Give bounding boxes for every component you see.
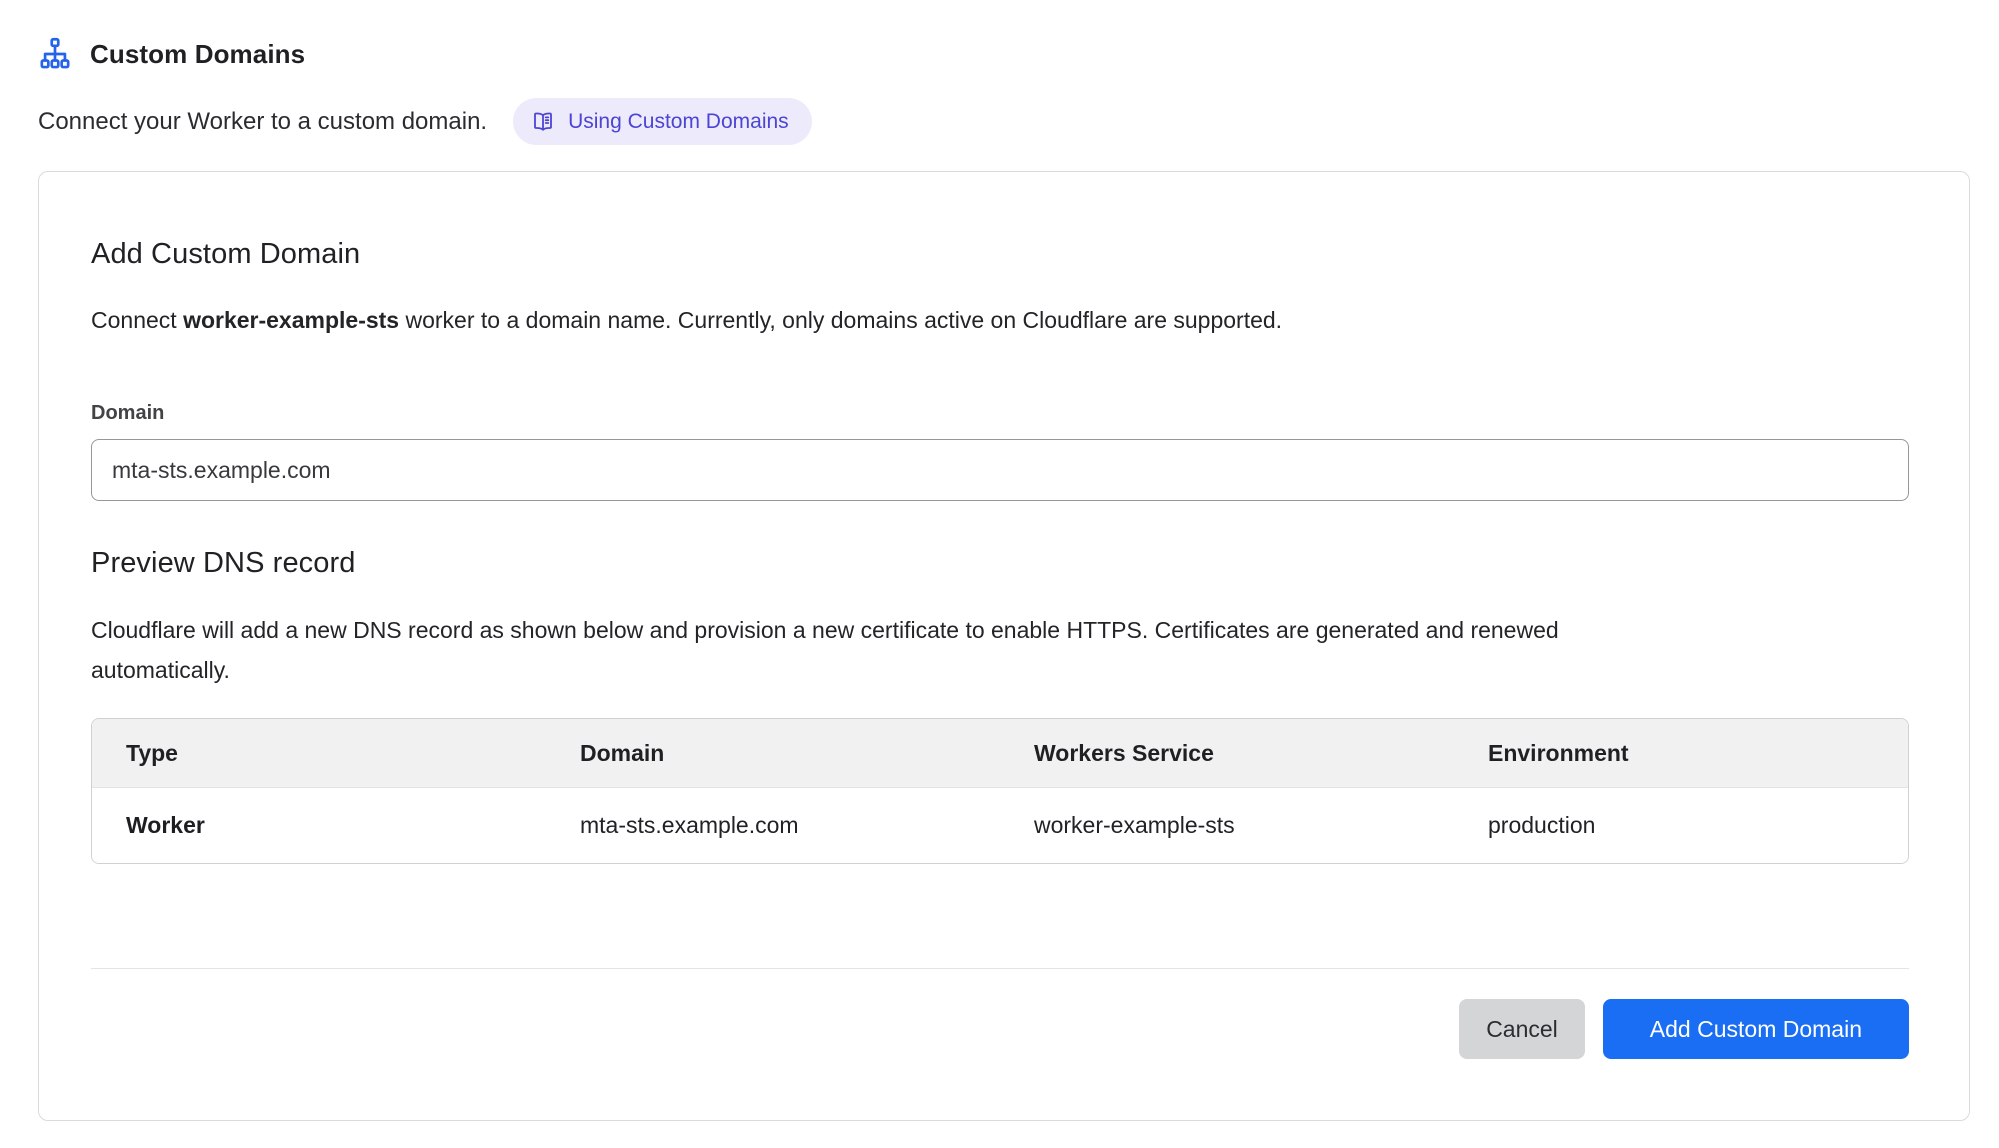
custom-domains-page: Custom Domains Connect your Worker to a … xyxy=(0,0,1999,1121)
table-row: Worker mta-sts.example.com worker-exampl… xyxy=(92,788,1908,863)
cancel-button[interactable]: Cancel xyxy=(1459,999,1585,1059)
add-custom-domain-button[interactable]: Add Custom Domain xyxy=(1603,999,1909,1059)
page-subheader: Connect your Worker to a custom domain. … xyxy=(38,98,1966,145)
domain-field-label: Domain xyxy=(91,402,1909,425)
intro-text: Connect worker-example-sts worker to a d… xyxy=(91,304,1909,336)
hierarchy-icon xyxy=(38,37,72,71)
dns-preview-table: Type Domain Workers Service Environment … xyxy=(91,718,1909,864)
docs-link-using-custom-domains[interactable]: Using Custom Domains xyxy=(513,98,812,145)
footer-actions: Cancel Add Custom Domain xyxy=(91,999,1909,1059)
add-custom-domain-card: Add Custom Domain Connect worker-example… xyxy=(38,171,1970,1121)
dns-record-description: Cloudflare will add a new DNS record as … xyxy=(91,610,1563,690)
add-custom-domain-heading: Add Custom Domain xyxy=(91,238,1909,271)
column-header-workers-service: Workers Service xyxy=(1000,740,1454,767)
preview-dns-record-heading: Preview DNS record xyxy=(91,547,1909,580)
intro-prefix: Connect xyxy=(91,307,183,333)
table-header-row: Type Domain Workers Service Environment xyxy=(92,719,1908,788)
worker-name: worker-example-sts xyxy=(183,307,399,333)
cell-domain: mta-sts.example.com xyxy=(546,812,1000,839)
column-header-environment: Environment xyxy=(1454,740,1908,767)
page-header: Custom Domains xyxy=(38,32,1966,76)
footer-divider xyxy=(91,968,1909,969)
page-subtitle: Connect your Worker to a custom domain. xyxy=(38,108,487,136)
cell-environment: production xyxy=(1454,812,1908,839)
cell-workers-service: worker-example-sts xyxy=(1000,812,1454,839)
open-book-icon xyxy=(531,110,555,134)
column-header-domain: Domain xyxy=(546,740,1000,767)
docs-link-label: Using Custom Domains xyxy=(568,110,789,134)
cell-type: Worker xyxy=(92,812,546,839)
domain-input[interactable] xyxy=(91,439,1909,501)
intro-suffix: worker to a domain name. Currently, only… xyxy=(399,307,1282,333)
page-title: Custom Domains xyxy=(90,39,305,70)
column-header-type: Type xyxy=(92,740,546,767)
